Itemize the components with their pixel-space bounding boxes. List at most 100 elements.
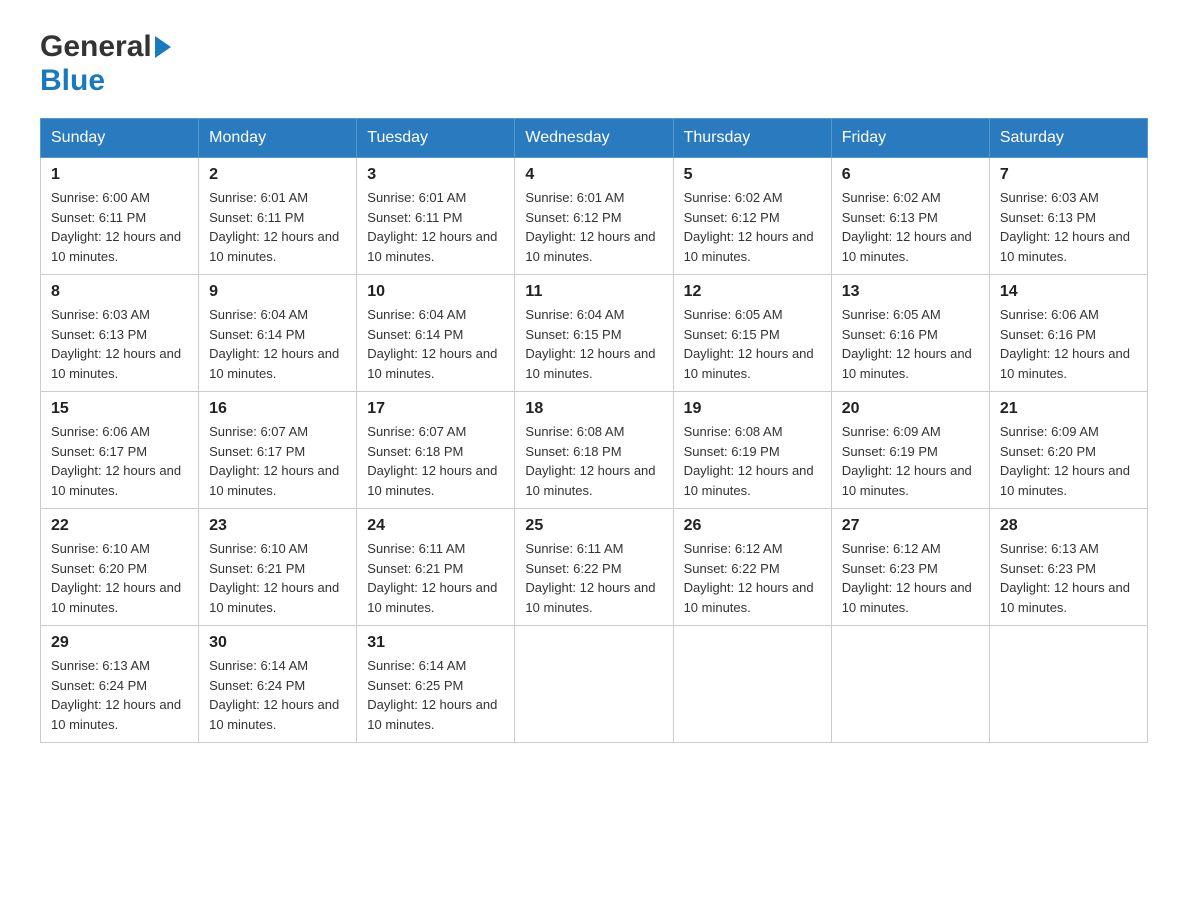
calendar-cell: 4 Sunrise: 6:01 AMSunset: 6:12 PMDayligh… bbox=[515, 158, 673, 275]
day-info: Sunrise: 6:03 AMSunset: 6:13 PMDaylight:… bbox=[1000, 190, 1130, 264]
calendar-cell: 23 Sunrise: 6:10 AMSunset: 6:21 PMDaylig… bbox=[199, 509, 357, 626]
day-number: 7 bbox=[1000, 166, 1137, 184]
calendar-cell: 3 Sunrise: 6:01 AMSunset: 6:11 PMDayligh… bbox=[357, 158, 515, 275]
day-info: Sunrise: 6:03 AMSunset: 6:13 PMDaylight:… bbox=[51, 307, 181, 381]
calendar-week-row: 22 Sunrise: 6:10 AMSunset: 6:20 PMDaylig… bbox=[41, 509, 1148, 626]
calendar-cell: 25 Sunrise: 6:11 AMSunset: 6:22 PMDaylig… bbox=[515, 509, 673, 626]
calendar-cell: 15 Sunrise: 6:06 AMSunset: 6:17 PMDaylig… bbox=[41, 392, 199, 509]
day-number: 31 bbox=[367, 634, 504, 652]
day-number: 26 bbox=[684, 517, 821, 535]
day-info: Sunrise: 6:12 AMSunset: 6:22 PMDaylight:… bbox=[684, 541, 814, 615]
calendar-cell: 31 Sunrise: 6:14 AMSunset: 6:25 PMDaylig… bbox=[357, 626, 515, 743]
column-header-monday: Monday bbox=[199, 119, 357, 158]
day-number: 16 bbox=[209, 400, 346, 418]
column-header-thursday: Thursday bbox=[673, 119, 831, 158]
day-number: 18 bbox=[525, 400, 662, 418]
calendar-cell: 16 Sunrise: 6:07 AMSunset: 6:17 PMDaylig… bbox=[199, 392, 357, 509]
day-number: 28 bbox=[1000, 517, 1137, 535]
calendar-cell: 19 Sunrise: 6:08 AMSunset: 6:19 PMDaylig… bbox=[673, 392, 831, 509]
day-number: 22 bbox=[51, 517, 188, 535]
page-header: General Blue bbox=[40, 30, 1148, 98]
calendar-cell: 14 Sunrise: 6:06 AMSunset: 6:16 PMDaylig… bbox=[989, 275, 1147, 392]
column-header-saturday: Saturday bbox=[989, 119, 1147, 158]
day-info: Sunrise: 6:05 AMSunset: 6:15 PMDaylight:… bbox=[684, 307, 814, 381]
day-number: 12 bbox=[684, 283, 821, 301]
day-number: 17 bbox=[367, 400, 504, 418]
logo: General Blue bbox=[40, 30, 171, 98]
day-number: 25 bbox=[525, 517, 662, 535]
day-number: 15 bbox=[51, 400, 188, 418]
calendar-cell: 7 Sunrise: 6:03 AMSunset: 6:13 PMDayligh… bbox=[989, 158, 1147, 275]
logo-triangle-icon bbox=[155, 36, 171, 58]
day-number: 8 bbox=[51, 283, 188, 301]
calendar-week-row: 15 Sunrise: 6:06 AMSunset: 6:17 PMDaylig… bbox=[41, 392, 1148, 509]
calendar-cell: 13 Sunrise: 6:05 AMSunset: 6:16 PMDaylig… bbox=[831, 275, 989, 392]
calendar-week-row: 29 Sunrise: 6:13 AMSunset: 6:24 PMDaylig… bbox=[41, 626, 1148, 743]
logo-general-text: General bbox=[40, 30, 152, 64]
day-number: 9 bbox=[209, 283, 346, 301]
day-info: Sunrise: 6:04 AMSunset: 6:14 PMDaylight:… bbox=[209, 307, 339, 381]
logo-blue-text: Blue bbox=[40, 64, 105, 98]
day-info: Sunrise: 6:09 AMSunset: 6:20 PMDaylight:… bbox=[1000, 424, 1130, 498]
day-number: 21 bbox=[1000, 400, 1137, 418]
day-number: 2 bbox=[209, 166, 346, 184]
calendar-cell: 2 Sunrise: 6:01 AMSunset: 6:11 PMDayligh… bbox=[199, 158, 357, 275]
calendar-cell: 21 Sunrise: 6:09 AMSunset: 6:20 PMDaylig… bbox=[989, 392, 1147, 509]
day-number: 27 bbox=[842, 517, 979, 535]
calendar-cell: 12 Sunrise: 6:05 AMSunset: 6:15 PMDaylig… bbox=[673, 275, 831, 392]
calendar-cell: 22 Sunrise: 6:10 AMSunset: 6:20 PMDaylig… bbox=[41, 509, 199, 626]
day-number: 29 bbox=[51, 634, 188, 652]
day-number: 10 bbox=[367, 283, 504, 301]
calendar-table: SundayMondayTuesdayWednesdayThursdayFrid… bbox=[40, 118, 1148, 743]
calendar-cell: 27 Sunrise: 6:12 AMSunset: 6:23 PMDaylig… bbox=[831, 509, 989, 626]
day-number: 30 bbox=[209, 634, 346, 652]
column-header-tuesday: Tuesday bbox=[357, 119, 515, 158]
day-info: Sunrise: 6:01 AMSunset: 6:11 PMDaylight:… bbox=[209, 190, 339, 264]
calendar-week-row: 8 Sunrise: 6:03 AMSunset: 6:13 PMDayligh… bbox=[41, 275, 1148, 392]
calendar-week-row: 1 Sunrise: 6:00 AMSunset: 6:11 PMDayligh… bbox=[41, 158, 1148, 275]
calendar-cell bbox=[515, 626, 673, 743]
day-info: Sunrise: 6:01 AMSunset: 6:12 PMDaylight:… bbox=[525, 190, 655, 264]
calendar-cell: 5 Sunrise: 6:02 AMSunset: 6:12 PMDayligh… bbox=[673, 158, 831, 275]
day-info: Sunrise: 6:13 AMSunset: 6:23 PMDaylight:… bbox=[1000, 541, 1130, 615]
calendar-cell bbox=[989, 626, 1147, 743]
day-info: Sunrise: 6:04 AMSunset: 6:15 PMDaylight:… bbox=[525, 307, 655, 381]
calendar-cell: 18 Sunrise: 6:08 AMSunset: 6:18 PMDaylig… bbox=[515, 392, 673, 509]
day-info: Sunrise: 6:12 AMSunset: 6:23 PMDaylight:… bbox=[842, 541, 972, 615]
day-info: Sunrise: 6:08 AMSunset: 6:19 PMDaylight:… bbox=[684, 424, 814, 498]
day-info: Sunrise: 6:10 AMSunset: 6:20 PMDaylight:… bbox=[51, 541, 181, 615]
calendar-cell: 1 Sunrise: 6:00 AMSunset: 6:11 PMDayligh… bbox=[41, 158, 199, 275]
day-info: Sunrise: 6:07 AMSunset: 6:18 PMDaylight:… bbox=[367, 424, 497, 498]
calendar-cell bbox=[831, 626, 989, 743]
day-number: 11 bbox=[525, 283, 662, 301]
calendar-cell: 8 Sunrise: 6:03 AMSunset: 6:13 PMDayligh… bbox=[41, 275, 199, 392]
day-info: Sunrise: 6:01 AMSunset: 6:11 PMDaylight:… bbox=[367, 190, 497, 264]
day-number: 1 bbox=[51, 166, 188, 184]
day-info: Sunrise: 6:00 AMSunset: 6:11 PMDaylight:… bbox=[51, 190, 181, 264]
day-info: Sunrise: 6:09 AMSunset: 6:19 PMDaylight:… bbox=[842, 424, 972, 498]
day-info: Sunrise: 6:02 AMSunset: 6:13 PMDaylight:… bbox=[842, 190, 972, 264]
day-info: Sunrise: 6:04 AMSunset: 6:14 PMDaylight:… bbox=[367, 307, 497, 381]
calendar-cell: 10 Sunrise: 6:04 AMSunset: 6:14 PMDaylig… bbox=[357, 275, 515, 392]
day-number: 3 bbox=[367, 166, 504, 184]
column-header-wednesday: Wednesday bbox=[515, 119, 673, 158]
calendar-cell: 11 Sunrise: 6:04 AMSunset: 6:15 PMDaylig… bbox=[515, 275, 673, 392]
calendar-cell: 29 Sunrise: 6:13 AMSunset: 6:24 PMDaylig… bbox=[41, 626, 199, 743]
calendar-cell: 26 Sunrise: 6:12 AMSunset: 6:22 PMDaylig… bbox=[673, 509, 831, 626]
day-number: 4 bbox=[525, 166, 662, 184]
day-number: 20 bbox=[842, 400, 979, 418]
calendar-cell: 24 Sunrise: 6:11 AMSunset: 6:21 PMDaylig… bbox=[357, 509, 515, 626]
day-number: 24 bbox=[367, 517, 504, 535]
calendar-cell: 30 Sunrise: 6:14 AMSunset: 6:24 PMDaylig… bbox=[199, 626, 357, 743]
calendar-cell: 28 Sunrise: 6:13 AMSunset: 6:23 PMDaylig… bbox=[989, 509, 1147, 626]
day-number: 6 bbox=[842, 166, 979, 184]
day-info: Sunrise: 6:11 AMSunset: 6:22 PMDaylight:… bbox=[525, 541, 655, 615]
calendar-cell: 17 Sunrise: 6:07 AMSunset: 6:18 PMDaylig… bbox=[357, 392, 515, 509]
day-number: 13 bbox=[842, 283, 979, 301]
column-header-friday: Friday bbox=[831, 119, 989, 158]
calendar-cell: 6 Sunrise: 6:02 AMSunset: 6:13 PMDayligh… bbox=[831, 158, 989, 275]
day-info: Sunrise: 6:02 AMSunset: 6:12 PMDaylight:… bbox=[684, 190, 814, 264]
day-info: Sunrise: 6:06 AMSunset: 6:16 PMDaylight:… bbox=[1000, 307, 1130, 381]
calendar-cell bbox=[673, 626, 831, 743]
calendar-cell: 9 Sunrise: 6:04 AMSunset: 6:14 PMDayligh… bbox=[199, 275, 357, 392]
